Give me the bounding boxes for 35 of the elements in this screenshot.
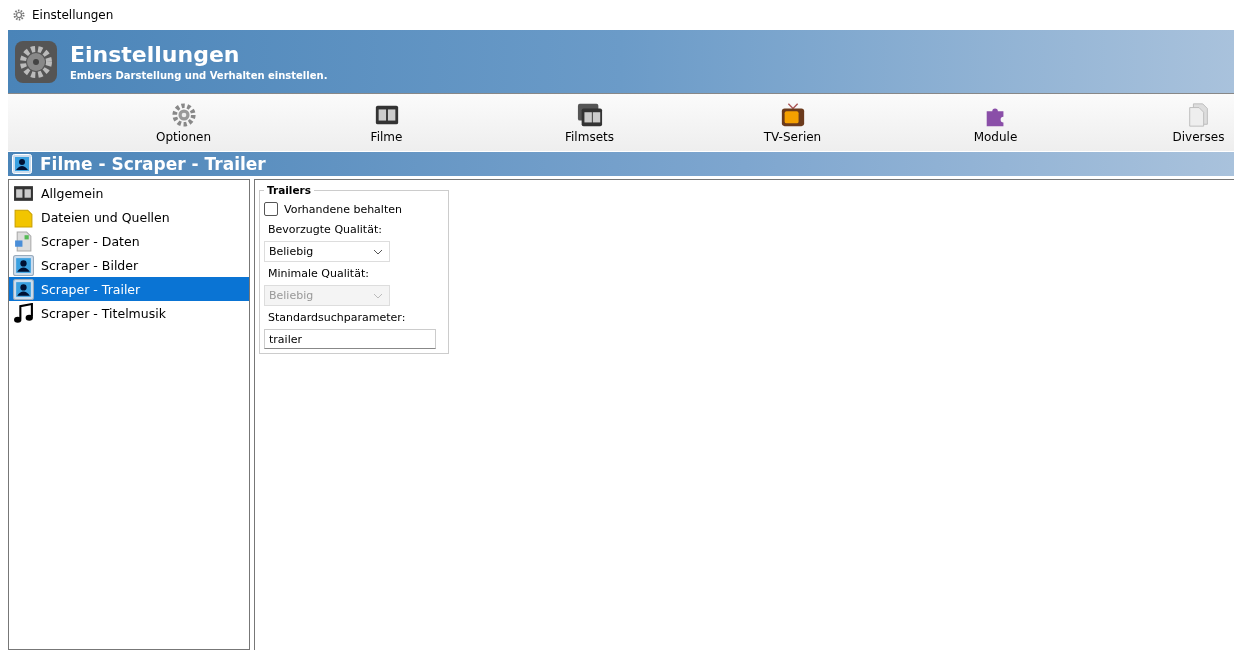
person-icon bbox=[12, 154, 32, 174]
checkbox[interactable] bbox=[264, 202, 278, 216]
toolbar-button[interactable]: Module bbox=[894, 94, 1097, 151]
category-item[interactable]: Scraper - Titelmusik bbox=[9, 301, 249, 325]
toolbar-button[interactable]: TV-Serien bbox=[691, 94, 894, 151]
chevron-down-icon bbox=[373, 292, 383, 299]
field-label: Bevorzugte Qualität: bbox=[267, 223, 383, 238]
window-title: Einstellungen bbox=[32, 8, 114, 22]
category-item[interactable]: Dateien und Quellen bbox=[9, 205, 249, 229]
header-subtitle: Embers Darstellung und Verhalten einstellen. bbox=[70, 70, 328, 81]
group-title: Trailers bbox=[266, 184, 313, 196]
toolbar-button[interactable]: Filme bbox=[285, 94, 488, 151]
gear-icon bbox=[14, 39, 58, 84]
quality-dropdown[interactable]: Beliebig bbox=[264, 241, 390, 262]
music-note-icon bbox=[13, 302, 34, 324]
section-title: Filme - Scraper - Trailer bbox=[40, 154, 266, 174]
person-icon bbox=[13, 278, 34, 300]
film-stack-icon bbox=[575, 101, 604, 128]
document-icon bbox=[13, 230, 34, 252]
toolbar-button[interactable]: Optionen bbox=[82, 94, 285, 151]
category-item[interactable]: Scraper - Daten bbox=[9, 229, 249, 253]
person-icon bbox=[13, 254, 34, 276]
gear-icon bbox=[13, 9, 25, 21]
search-parameter-field[interactable]: trailer bbox=[264, 329, 436, 349]
checkbox-label: Vorhandene behalten bbox=[284, 202, 402, 216]
category-item[interactable]: Allgemein bbox=[9, 181, 249, 205]
gear-icon bbox=[169, 101, 198, 128]
header-title: Einstellungen bbox=[70, 42, 241, 68]
toolbar-button[interactable]: Filmsets bbox=[488, 94, 691, 151]
chevron-down-icon bbox=[373, 248, 383, 255]
category-item[interactable]: Scraper - Trailer bbox=[9, 277, 249, 301]
category-item[interactable]: Scraper - Bilder bbox=[9, 253, 249, 277]
field-label: Standardsuchparameter: bbox=[267, 311, 407, 326]
field-label: Minimale Qualität: bbox=[267, 267, 370, 282]
toolbar-button[interactable]: Diverses bbox=[1097, 94, 1234, 151]
